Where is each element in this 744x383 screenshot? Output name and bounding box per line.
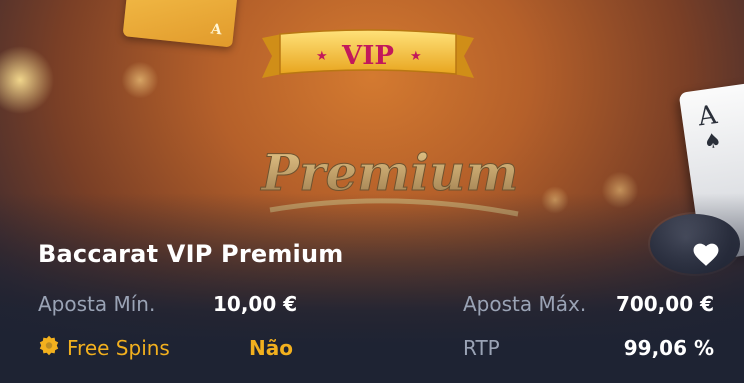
vip-text: VIP — [341, 41, 394, 71]
rtp-label: RTP — [463, 336, 500, 360]
svg-text:★: ★ — [410, 49, 422, 64]
min-bet-label: Aposta Mín. — [38, 292, 156, 316]
spade-icon: ♠ — [702, 127, 724, 154]
gear-badge-icon — [39, 335, 59, 356]
game-title: Baccarat VIP Premium — [38, 240, 344, 268]
playing-card-image: A — [122, 0, 240, 48]
rtp-value: 99,06 % — [623, 336, 714, 360]
game-card[interactable]: A ★ ★ VIP Premium A ♠ Baccarat VIP Premi… — [0, 0, 744, 383]
heart-icon[interactable] — [693, 243, 719, 267]
sparkle-decoration — [120, 60, 160, 100]
free-spins-label: Free Spins — [67, 336, 170, 360]
card-corner-letter: A — [210, 21, 223, 39]
max-bet-label: Aposta Máx. — [463, 292, 587, 316]
max-bet-value: 700,00 € — [615, 292, 714, 316]
svg-text:★: ★ — [316, 49, 328, 64]
sparkle-decoration — [0, 40, 60, 120]
min-bet-value: 10,00 € — [213, 292, 298, 316]
vip-ribbon: ★ ★ VIP — [262, 29, 474, 78]
free-spins-value: Não — [249, 336, 293, 360]
